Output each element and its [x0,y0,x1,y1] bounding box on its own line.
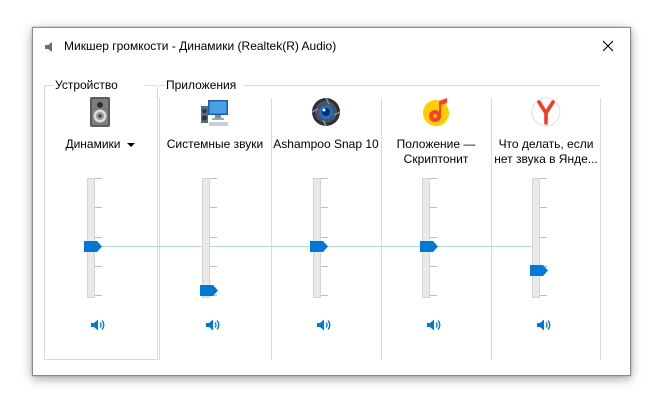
volume-slider-track[interactable] [422,178,430,298]
volume-slider-thumb[interactable] [420,241,438,252]
speaker-device-icon [90,97,110,127]
mute-button[interactable] [205,318,221,332]
yandex-music-icon [423,98,449,126]
close-button[interactable] [586,28,630,64]
group-line [159,85,165,86]
group-line [145,85,156,86]
slider-ticks [321,178,328,296]
channel-label: Системные звуки [166,137,264,151]
window-title: Микшер громкости - Динамики (Realtek(R) … [64,39,337,53]
slider-ticks [210,178,217,296]
slider-ticks [540,178,547,296]
volume-slider-thumb[interactable] [310,241,328,252]
volume-slider-track[interactable] [87,178,95,298]
mute-button[interactable] [426,318,442,332]
volume-slider-thumb[interactable] [200,285,218,296]
chevron-down-icon [126,142,135,147]
channel-label: Ashampoo Snap 10 [273,137,379,151]
channel-label: Положение — Скриптонит [396,137,476,166]
apps-group-label: Приложения [166,78,237,92]
channel-label: Что делать, если нет звука в Янде... [494,137,598,166]
device-group-label: Устройство [55,78,118,92]
volume-slider-thumb[interactable] [530,265,548,276]
ashampoo-snap-icon [311,97,341,127]
mute-button[interactable] [316,318,332,332]
volume-slider-track[interactable] [202,178,210,298]
system-sounds-icon [201,100,228,126]
group-line [243,85,600,86]
title-bar: Микшер громкости - Динамики (Realtek(R) … [33,28,630,64]
group-line [44,85,54,86]
speaker-icon [45,42,52,52]
mute-button[interactable] [90,318,106,332]
volume-slider-thumb[interactable] [84,241,102,252]
slider-ticks [95,178,102,296]
volume-slider-track[interactable] [313,178,321,298]
device-name: Динамики [65,137,121,151]
volume-slider-track[interactable] [532,178,540,298]
device-dropdown[interactable]: Динамики [45,137,155,152]
yandex-browser-icon [531,97,561,127]
slider-ticks [430,178,437,296]
close-icon [602,40,614,52]
volume-mixer-window: Микшер громкости - Динамики (Realtek(R) … [32,27,631,376]
mute-button[interactable] [536,318,552,332]
